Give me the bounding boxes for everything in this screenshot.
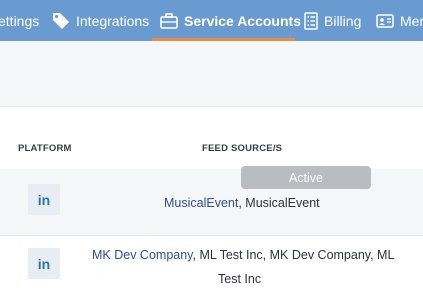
checklist-icon	[304, 11, 318, 30]
status-tooltip: Active	[241, 166, 371, 189]
linkedin-icon: in	[28, 248, 60, 279]
feed-source-text: , ML Test Inc, MK Dev Company, ML	[192, 248, 395, 262]
toolbar-area	[0, 41, 423, 107]
top-nav: ettings Integrations Service Accounts Bi…	[0, 0, 423, 41]
feed-sources-cell: MK Dev Company, ML Test Inc, MK Dev Comp…	[92, 243, 394, 267]
nav-item-label: Service Accounts	[184, 12, 301, 29]
nav-item-members[interactable]: Mer	[376, 0, 423, 41]
id-card-icon	[376, 13, 394, 28]
feed-source-link[interactable]: MusicalEvent	[164, 196, 238, 210]
feed-sources-cell: MusicalEvent, MusicalEvent	[164, 191, 320, 215]
linkedin-icon: in	[28, 184, 60, 215]
column-header-platform: PLATFORM	[18, 143, 72, 154]
column-header-feed-sources: FEED SOURCE/S	[202, 143, 283, 154]
briefcase-icon	[160, 12, 178, 29]
nav-item-settings[interactable]: ettings	[0, 0, 39, 41]
nav-item-service-accounts[interactable]: Service Accounts	[160, 0, 301, 41]
feed-source-text: , MusicalEvent	[238, 196, 320, 210]
table-header	[0, 107, 423, 169]
tag-icon	[52, 12, 70, 30]
feed-sources-cell-continued: Test Inc	[218, 272, 262, 286]
nav-item-label: Integrations	[76, 12, 150, 29]
nav-item-label: Billing	[324, 12, 362, 29]
nav-item-billing[interactable]: Billing	[304, 0, 361, 41]
nav-item-label: Mer	[400, 12, 423, 29]
nav-item-integrations[interactable]: Integrations	[52, 0, 149, 41]
nav-item-label: ettings	[0, 12, 40, 29]
feed-source-link[interactable]: MK Dev Company	[92, 248, 193, 262]
